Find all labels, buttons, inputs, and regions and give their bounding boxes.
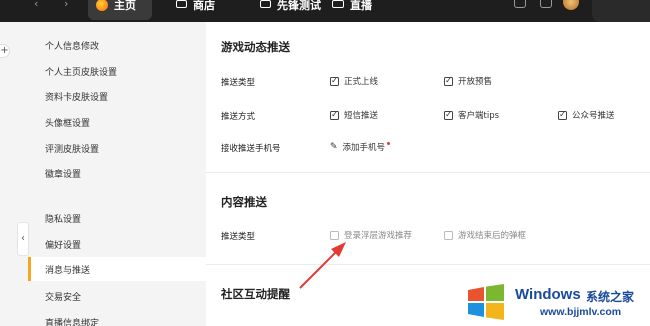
add-phone-link[interactable]: ✎ 添加手机号 xyxy=(330,141,391,153)
option-label: 游戏结束后的弹框 xyxy=(458,231,527,241)
add-phone-label: 添加手机号 xyxy=(342,143,386,153)
checkbox-checked-icon[interactable]: ✓ xyxy=(444,110,453,120)
avatar[interactable] xyxy=(563,0,579,10)
watermark-brand: Windows xyxy=(515,286,581,303)
window-controls-area xyxy=(592,0,650,22)
sidebar-item-trade-security[interactable]: 交易安全 xyxy=(45,290,81,303)
checkbox-unchecked-icon[interactable] xyxy=(444,230,453,240)
option-sms[interactable]: ✓ 短信推送 xyxy=(330,109,378,121)
option-official-launch[interactable]: ✓ 正式上线 xyxy=(330,75,378,87)
option-client-tips[interactable]: ✓ 客户端tips xyxy=(444,109,499,121)
option-label: 短信推送 xyxy=(344,111,379,121)
divider xyxy=(206,172,650,173)
phone-label: 接收推送手机号 xyxy=(221,144,281,154)
watermark-url: www.bjjmlv.com xyxy=(540,306,622,318)
section-title-game-push: 游戏动态推送 xyxy=(221,40,290,54)
sidebar-item-privacy[interactable]: 隐私设置 xyxy=(45,212,81,225)
tab-live-label: 直播 xyxy=(350,0,372,12)
sidebar-item-badge[interactable]: 徽章设置 xyxy=(45,167,81,180)
sidebar-item-preferences[interactable]: 偏好设置 xyxy=(45,238,81,251)
tab-home[interactable]: 主页 xyxy=(88,0,152,20)
section-title-content-push: 内容推送 xyxy=(221,195,267,209)
sidebar-item-live-binding[interactable]: 直播信息绑定 xyxy=(45,316,99,326)
live-icon xyxy=(332,0,344,8)
back-icon[interactable]: ‹ xyxy=(34,0,48,9)
tab-home-label: 主页 xyxy=(114,0,136,12)
collapse-sidebar-icon[interactable]: ‹ xyxy=(17,222,29,256)
watermark-suffix: 系统之家 xyxy=(586,290,635,304)
divider xyxy=(206,264,650,265)
tab-beta-test-label: 先锋测试 xyxy=(277,0,321,12)
sidebar-item-profile-edit[interactable]: 个人信息修改 xyxy=(45,39,99,52)
option-post-game-popup[interactable]: 游戏结束后的弹框 xyxy=(444,229,526,241)
add-icon[interactable]: + xyxy=(0,44,10,58)
tab-live[interactable]: 直播 xyxy=(332,0,372,20)
watermark: Windows 系统之家 www.bjjmlv.com xyxy=(460,282,650,326)
checkbox-checked-icon[interactable]: ✓ xyxy=(330,110,339,120)
required-dot-icon xyxy=(387,141,391,145)
pencil-icon: ✎ xyxy=(330,142,338,152)
sidebar-item-card-skin[interactable]: 资料卡皮肤设置 xyxy=(45,90,108,103)
option-label: 公众号推送 xyxy=(572,111,615,121)
sidebar-item-messages-push[interactable]: 消息与推送 xyxy=(28,257,206,281)
checkbox-checked-icon[interactable]: ✓ xyxy=(444,76,453,86)
tab-store-label: 商店 xyxy=(193,0,215,12)
message-icon[interactable] xyxy=(514,0,526,8)
settings-content: 游戏动态推送 推送类型 ✓ 正式上线 ✓ 开放预售 推送方式 ✓ 短信推送 ✓ … xyxy=(206,22,650,326)
store-icon xyxy=(176,0,187,8)
option-login-overlay-recommend[interactable]: 登录浮层游戏推荐 xyxy=(330,229,412,241)
top-nav-bar: ‹ › 主页 商店 先锋测试 直播 xyxy=(0,0,650,22)
sidebar-item-review-skin[interactable]: 评测皮肤设置 xyxy=(45,142,99,155)
sidebar-item-homepage-skin[interactable]: 个人主页皮肤设置 xyxy=(45,65,117,78)
option-label: 开放预售 xyxy=(458,77,493,87)
checkbox-checked-icon[interactable]: ✓ xyxy=(330,76,339,86)
active-indicator xyxy=(28,257,31,281)
section-title-community: 社区互动提醒 xyxy=(221,287,290,301)
option-presale[interactable]: ✓ 开放预售 xyxy=(444,75,492,87)
sidebar-item-avatar-frame[interactable]: 头像框设置 xyxy=(45,116,90,129)
windows-logo-icon xyxy=(468,284,504,320)
app-logo-icon xyxy=(96,0,108,11)
push-type-label: 推送类型 xyxy=(221,78,256,88)
left-gutter xyxy=(0,22,17,326)
tab-store[interactable]: 商店 xyxy=(176,0,215,20)
option-label: 正式上线 xyxy=(344,77,379,87)
sidebar-item-label: 消息与推送 xyxy=(45,265,91,276)
push-method-label: 推送方式 xyxy=(221,112,256,122)
notification-icon[interactable] xyxy=(540,0,552,8)
lab-icon xyxy=(260,0,271,8)
forward-icon[interactable]: › xyxy=(64,0,78,9)
option-label: 登录浮层游戏推荐 xyxy=(344,231,413,241)
tab-beta-test[interactable]: 先锋测试 xyxy=(260,0,321,20)
checkbox-checked-icon[interactable]: ✓ xyxy=(558,110,567,120)
checkbox-unchecked-icon[interactable] xyxy=(330,230,339,240)
option-wechat-official[interactable]: ✓ 公众号推送 xyxy=(558,109,615,121)
content-push-type-label: 推送类型 xyxy=(221,232,256,242)
option-label: 客户端tips xyxy=(458,111,500,121)
